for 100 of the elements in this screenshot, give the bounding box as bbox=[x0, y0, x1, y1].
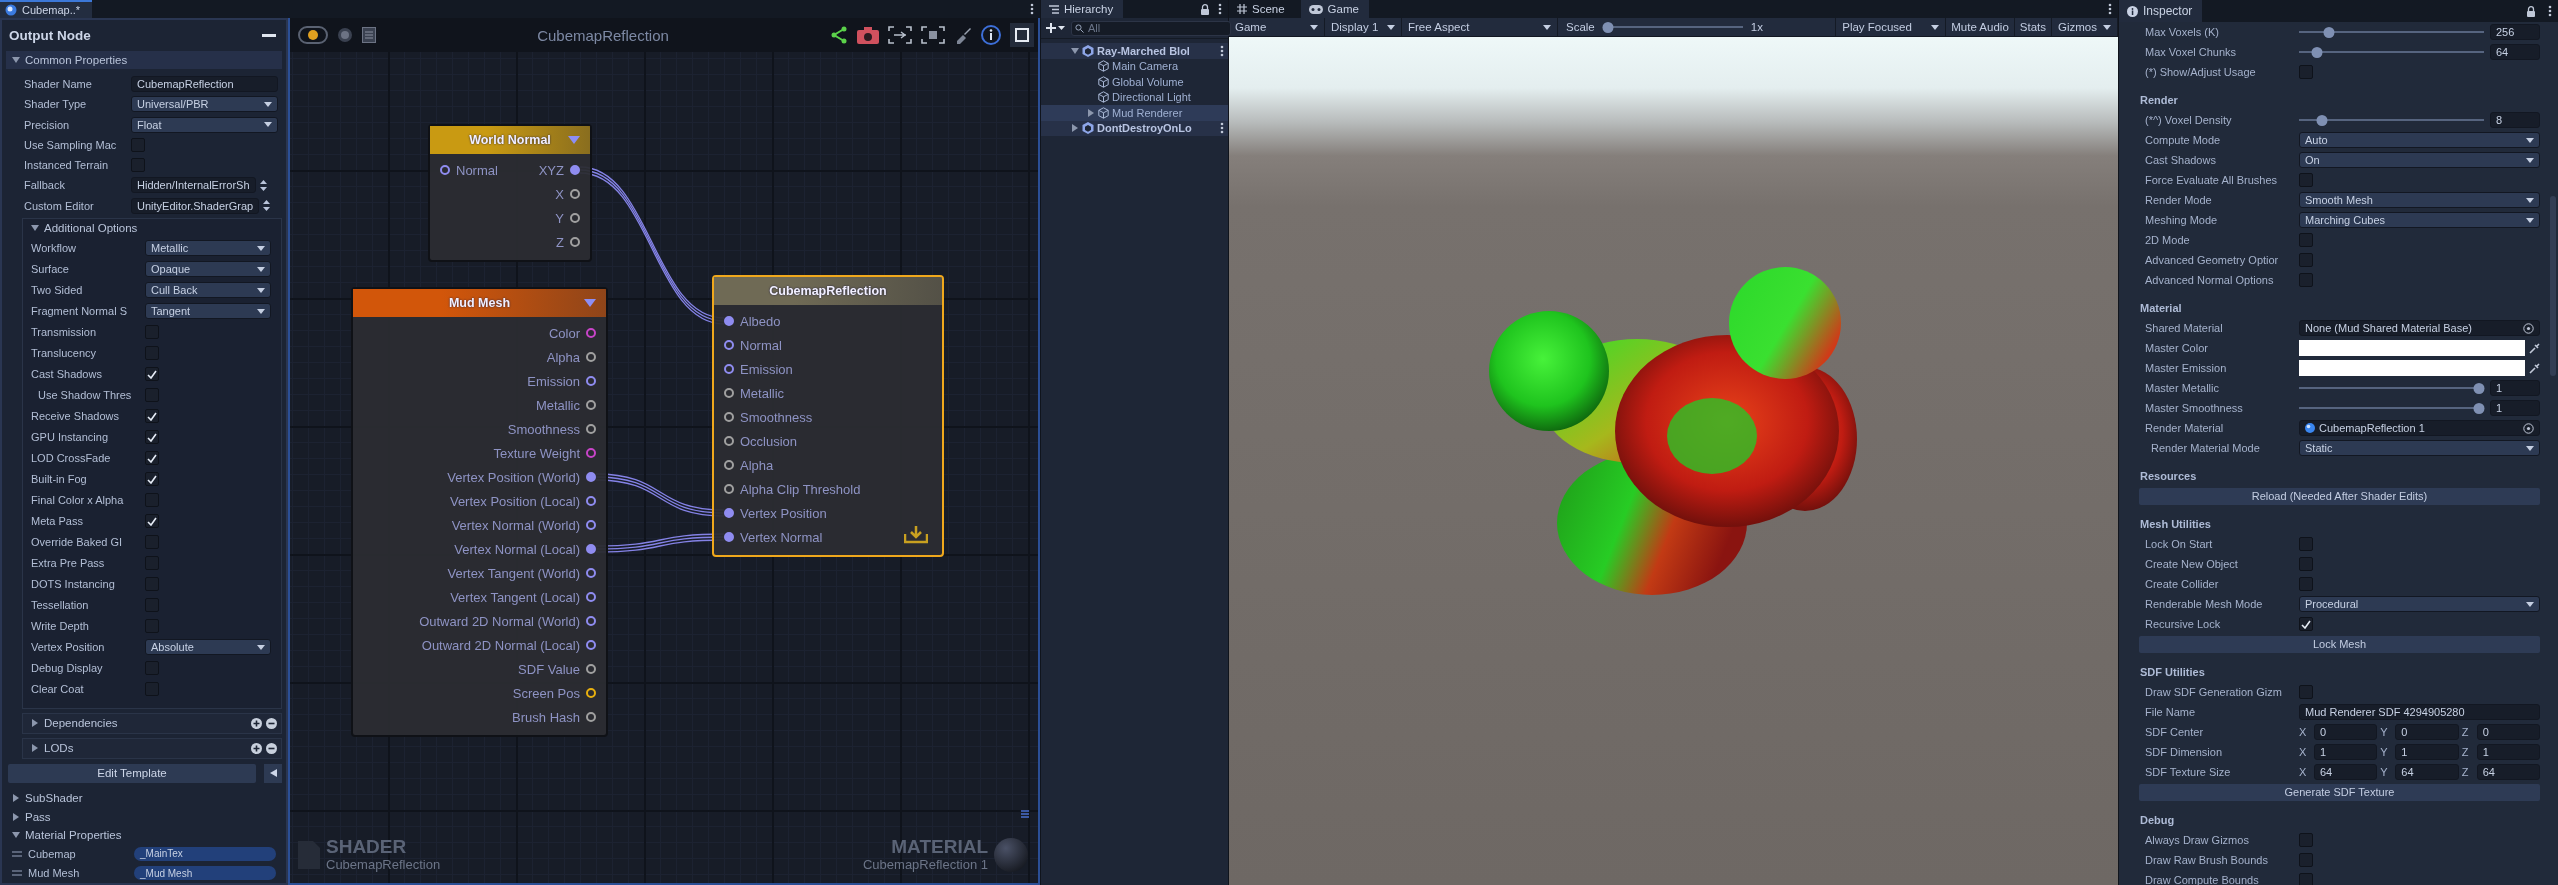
checkbox[interactable] bbox=[2299, 273, 2313, 287]
port-dot[interactable] bbox=[586, 400, 596, 410]
view-tab[interactable]: Game bbox=[1300, 0, 1369, 18]
number-field[interactable]: 1 bbox=[2476, 744, 2540, 760]
port-dot[interactable] bbox=[586, 592, 596, 602]
eyedropper-icon[interactable] bbox=[2529, 362, 2540, 374]
graph-node[interactable] bbox=[351, 287, 608, 737]
foldout[interactable]: Common Properties bbox=[6, 51, 282, 69]
camera-icon[interactable] bbox=[857, 26, 879, 44]
eyedropper-icon[interactable] bbox=[2529, 342, 2540, 354]
port-dot[interactable] bbox=[724, 508, 734, 518]
port-dot[interactable] bbox=[724, 460, 734, 470]
foldout[interactable]: SubShader bbox=[6, 788, 282, 808]
toggle-button[interactable]: Stats bbox=[2014, 18, 2052, 36]
number-field[interactable]: 1 bbox=[2314, 744, 2378, 760]
expand-arrow-icon[interactable] bbox=[1071, 46, 1079, 55]
number-field[interactable]: 0 bbox=[2395, 724, 2459, 740]
checkbox[interactable] bbox=[2299, 65, 2313, 79]
checkbox[interactable] bbox=[145, 409, 159, 424]
port-dot[interactable] bbox=[586, 688, 596, 698]
dropdown[interactable]: Play Focused bbox=[1836, 18, 1947, 36]
port-dot[interactable] bbox=[724, 412, 734, 422]
number-field[interactable]: 64 bbox=[2476, 764, 2540, 780]
number-field[interactable]: 64 bbox=[2490, 44, 2540, 60]
number-field[interactable]: 8 bbox=[2490, 112, 2540, 128]
expand-arrow-icon[interactable] bbox=[12, 56, 20, 65]
number-field[interactable]: 1 bbox=[2395, 744, 2459, 760]
port-dot[interactable] bbox=[724, 532, 734, 542]
port-dot[interactable] bbox=[586, 496, 596, 506]
circle-icon[interactable] bbox=[337, 27, 353, 43]
action-button[interactable]: Generate SDF Texture bbox=[2139, 783, 2540, 801]
tree-item[interactable]: Ray-Marched Blol bbox=[1041, 43, 1228, 59]
port-dot[interactable] bbox=[586, 544, 596, 554]
color-swatch[interactable] bbox=[2299, 340, 2525, 356]
object-field[interactable]: CubemapReflection 1 bbox=[2299, 420, 2540, 436]
search-field[interactable]: All bbox=[1071, 20, 1231, 36]
foldout[interactable]: Material Properties bbox=[6, 825, 282, 845]
property-name-field[interactable]: _MainTex bbox=[134, 846, 276, 861]
object-field[interactable]: None (Mud Shared Material Base) bbox=[2299, 320, 2540, 336]
dropdown[interactable]: On bbox=[2299, 152, 2540, 168]
port-dot[interactable] bbox=[586, 472, 596, 482]
foldout[interactable]: Pass bbox=[6, 807, 282, 826]
dropdown[interactable]: Tangent bbox=[145, 303, 271, 320]
dropdown[interactable]: Absolute bbox=[145, 639, 271, 656]
inspector-tab[interactable]: Inspector bbox=[2119, 0, 2203, 22]
dropdown[interactable]: Cull Back bbox=[145, 282, 271, 299]
port-dot[interactable] bbox=[570, 165, 580, 175]
dropdown[interactable]: Procedural bbox=[2299, 596, 2540, 612]
checkbox[interactable] bbox=[2299, 173, 2313, 187]
port-dot[interactable] bbox=[570, 213, 580, 223]
expand-arrow-icon[interactable] bbox=[1087, 108, 1095, 117]
text-field[interactable]: UnityEditor.ShaderGrap bbox=[131, 197, 260, 214]
checkbox[interactable] bbox=[145, 472, 159, 487]
list-icon[interactable] bbox=[1020, 809, 1030, 819]
port-dot[interactable] bbox=[724, 484, 734, 494]
number-field[interactable]: 0 bbox=[2476, 724, 2540, 740]
number-field[interactable]: 64 bbox=[2395, 764, 2459, 780]
slider-thumb[interactable] bbox=[2473, 382, 2484, 394]
lock-icon[interactable] bbox=[1200, 3, 1210, 15]
text-field[interactable]: Hidden/InternalErrorSh bbox=[131, 177, 256, 194]
port-dot[interactable] bbox=[724, 436, 734, 446]
dropdown[interactable]: Game bbox=[1229, 18, 1325, 36]
dropdown[interactable]: Float bbox=[131, 116, 278, 133]
dropdown[interactable]: Smooth Mesh bbox=[2299, 192, 2540, 208]
target-icon[interactable] bbox=[2523, 422, 2534, 434]
maximize-button[interactable] bbox=[1010, 23, 1034, 47]
download-icon[interactable] bbox=[904, 525, 928, 545]
tree-item[interactable]: Directional Light bbox=[1041, 89, 1228, 105]
port-dot[interactable] bbox=[570, 237, 580, 247]
checkbox[interactable] bbox=[145, 430, 159, 445]
target-icon[interactable] bbox=[2523, 322, 2534, 334]
tree-item[interactable]: Mud Renderer bbox=[1041, 105, 1228, 121]
expand-arrow-icon[interactable] bbox=[12, 831, 20, 840]
share-icon[interactable] bbox=[830, 26, 848, 44]
dropdown[interactable]: Marching Cubes bbox=[2299, 212, 2540, 228]
dropdown[interactable]: Opaque bbox=[145, 261, 271, 278]
port-dot[interactable] bbox=[440, 165, 450, 175]
port-dot[interactable] bbox=[586, 616, 596, 626]
brush-icon[interactable] bbox=[954, 26, 972, 44]
dropdown[interactable]: Universal/PBR bbox=[131, 96, 278, 113]
checkbox[interactable] bbox=[2299, 685, 2313, 699]
port-dot[interactable] bbox=[724, 364, 734, 374]
port-dot[interactable] bbox=[724, 340, 734, 350]
port-dot[interactable] bbox=[586, 664, 596, 674]
tree-item[interactable]: Main Camera bbox=[1041, 58, 1228, 74]
scale-slider[interactable] bbox=[1602, 21, 1743, 33]
port-dot[interactable] bbox=[586, 712, 596, 722]
number-field[interactable]: 0 bbox=[2314, 724, 2378, 740]
drag-handle-icon[interactable] bbox=[12, 870, 22, 877]
port-dot[interactable] bbox=[724, 388, 734, 398]
checkbox[interactable] bbox=[2299, 873, 2313, 885]
port-dot[interactable] bbox=[586, 448, 596, 458]
checkbox[interactable] bbox=[131, 158, 145, 173]
slider-thumb[interactable] bbox=[1602, 21, 1614, 33]
remove-icon[interactable] bbox=[266, 742, 277, 754]
toggle-icon[interactable] bbox=[298, 26, 328, 44]
checkbox[interactable] bbox=[2299, 577, 2313, 591]
expand-arrow-icon[interactable] bbox=[1071, 124, 1079, 133]
foldout[interactable]: Additional Options bbox=[25, 218, 275, 238]
checkbox[interactable] bbox=[2299, 833, 2313, 847]
